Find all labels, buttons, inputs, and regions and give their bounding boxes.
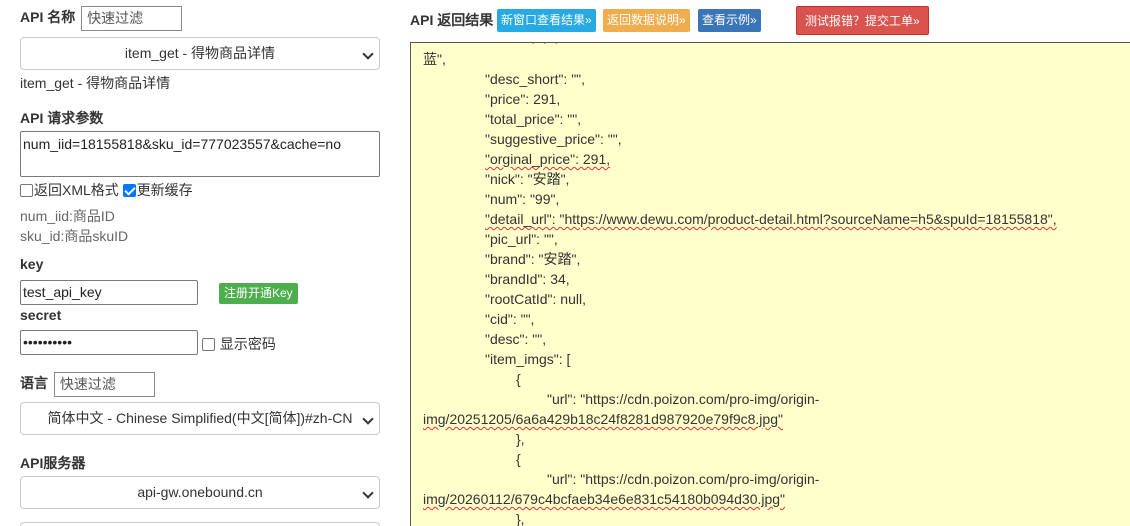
options-row: 返回XML格式 更新缓存	[20, 180, 193, 200]
response-line: "desc": "",	[485, 331, 547, 347]
response-line: "cid": "",	[485, 311, 535, 327]
register-key-button[interactable]: 注册开通Key	[219, 283, 298, 304]
cache-checkbox-label: 更新缓存	[136, 182, 193, 198]
param-hint-2: sku_id:商品skuID	[20, 228, 129, 244]
report-issue-button[interactable]: 测试报错？提交工单»	[796, 6, 929, 35]
chevron-down-icon	[362, 413, 374, 425]
response-line: img/20260112/679c4bcfaeb34e6e831c54180b0…	[423, 491, 786, 507]
response-line-clipped: · · ·	[531, 42, 559, 50]
response-line: "url": "https://cdn.poizon.com/pro-img/o…	[547, 471, 820, 487]
show-password-label: 显示密码	[219, 336, 276, 352]
server-select[interactable]: api-gw.onebound.cn	[20, 476, 380, 509]
lang-filter-input[interactable]: 快速过滤	[53, 372, 155, 397]
api-name-label: API 名称	[20, 9, 76, 26]
response-line: "item_imgs": [	[485, 351, 571, 367]
response-line: "num": "99",	[485, 191, 560, 207]
api-select[interactable]: item_get - 得物商品详情	[20, 37, 380, 70]
response-line: },	[516, 511, 525, 526]
api-name-row: API 名称 快速过滤	[20, 6, 183, 31]
key-input[interactable]: test_api_key	[20, 280, 198, 305]
server-label: API服务器	[20, 455, 86, 471]
xml-checkbox-label: 返回XML格式	[34, 182, 119, 198]
lang-label: 语言	[20, 375, 48, 392]
lang-row: 语言 快速过滤	[20, 372, 155, 397]
response-line: "total_price": "",	[485, 111, 582, 127]
response-line: "rootCatId": null,	[485, 291, 586, 307]
xml-checkbox[interactable]	[20, 184, 33, 197]
right-panel: API 返回结果 新窗口查看结果» 返回数据说明» 查看示例» 测试报错？提交工…	[410, 0, 1130, 526]
api-filter-input[interactable]: 快速过滤	[81, 6, 183, 31]
response-line: "suggestive_price": "",	[485, 131, 622, 147]
show-password-checkbox[interactable]	[202, 338, 215, 351]
secret-input[interactable]: ••••••••••	[20, 330, 198, 355]
api-caption: item_get - 得物商品详情	[20, 75, 171, 91]
response-line: "desc_short": "",	[485, 71, 586, 87]
show-password-row: 显示密码	[202, 334, 276, 354]
response-line: "brand": "安踏",	[485, 251, 581, 267]
chevron-down-icon	[362, 487, 374, 499]
cache-checkbox[interactable]	[122, 184, 136, 197]
response-line: "brandId": 34,	[485, 271, 570, 287]
left-panel: API 名称 快速过滤 item_get - 得物商品详情 item_get -…	[20, 0, 382, 526]
key-label: key	[20, 256, 44, 272]
response-line: {	[516, 371, 521, 387]
response-box[interactable]: · · · 蓝", "desc_short": "", "price": 291…	[410, 42, 1130, 526]
param-hint-1: num_iid:商品ID	[20, 208, 115, 224]
response-line: },	[516, 431, 525, 447]
chevron-down-icon	[362, 48, 374, 60]
params-label: API 请求参数	[20, 110, 104, 126]
api-select-value: item_get - 得物商品详情	[124, 45, 276, 61]
response-line: "detail_url": "https://www.dewu.com/prod…	[485, 211, 1057, 227]
response-line: "nick": "安踏",	[485, 171, 570, 187]
data-doc-button[interactable]: 返回数据说明»	[603, 9, 690, 32]
response-line: "pic_url": "",	[485, 231, 558, 247]
new-window-button[interactable]: 新窗口查看结果»	[497, 9, 596, 32]
response-line: "price": 291,	[485, 91, 561, 107]
params-textarea[interactable]: num_iid=18155818&sku_id=777023557&cache=…	[20, 131, 380, 177]
response-line: "url": "https://cdn.poizon.com/pro-img/o…	[547, 391, 820, 407]
response-line: {	[516, 451, 521, 467]
secret-label: secret	[20, 307, 62, 323]
result-title: API 返回结果	[410, 12, 494, 28]
next-select-partial[interactable]	[20, 522, 380, 526]
lang-select[interactable]: 简体中文 - Chinese Simplified(中文[简体])#zh-CN	[20, 402, 380, 435]
lang-select-value: 简体中文 - Chinese Simplified(中文[简体])#zh-CN	[47, 410, 353, 426]
example-button[interactable]: 查看示例»	[698, 9, 761, 32]
response-line: "orginal_price": 291,	[485, 151, 611, 167]
response-line: img/20251205/6a6a429b18c24f8281d987920e7…	[423, 411, 783, 427]
server-select-value: api-gw.onebound.cn	[137, 484, 263, 500]
response-line: 蓝",	[423, 51, 446, 67]
